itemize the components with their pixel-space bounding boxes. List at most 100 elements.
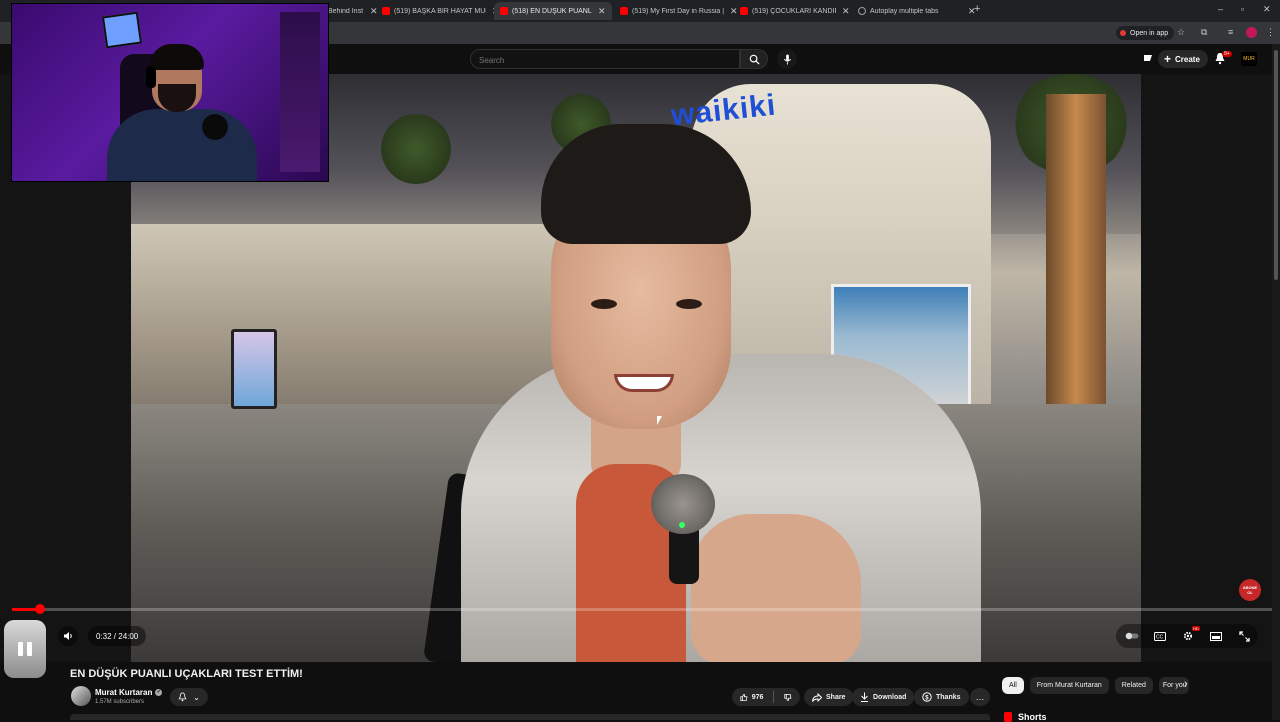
webcam-headset [146, 66, 156, 88]
chip-all[interactable]: All [1002, 677, 1024, 694]
media-controls-icon[interactable]: ≡ [1228, 27, 1233, 37]
channel-avatar[interactable] [71, 686, 91, 706]
channel-name-row[interactable]: Murat Kurtaran ✓ [95, 688, 163, 697]
tab-label: (519) BAŞKA BİR HAYAT MÜMK [394, 7, 486, 15]
more-actions-button[interactable]: … [970, 688, 990, 706]
share-label: Share [826, 693, 846, 701]
thanks-icon: $ [922, 692, 932, 702]
share-button[interactable]: Share [804, 688, 854, 706]
minimize-button[interactable]: – [1218, 4, 1223, 14]
webcam-microphone [202, 114, 228, 140]
channel-name[interactable]: Murat Kurtaran [95, 688, 152, 697]
webcam-overlay [11, 3, 329, 182]
search-button[interactable] [740, 49, 768, 69]
subscribe-watermark[interactable]: ABONE OL [1239, 579, 1261, 601]
browser-tab[interactable]: (519) ÇOCUKLARI KANDIRAN ✕ [734, 2, 856, 20]
subscription-bell-button[interactable]: ⌄ [170, 688, 208, 706]
captions-button[interactable]: CC [1152, 626, 1168, 646]
chevron-down-icon: ⌄ [193, 692, 200, 702]
close-tab-icon[interactable]: ✕ [598, 6, 606, 17]
browser-tab[interactable]: Behind Inst ✕ [322, 2, 384, 20]
thumbs-up-icon[interactable] [740, 693, 748, 702]
shorts-section-header: Shorts [1004, 712, 1047, 722]
browser-tab-active[interactable]: (518) EN DÜŞÜK PUANLI U ✕ [494, 2, 612, 20]
autoplay-toggle[interactable] [1124, 626, 1140, 646]
captions-icon: CC [1154, 631, 1166, 641]
voice-search-button[interactable] [777, 49, 797, 69]
video-scene-plant [381, 114, 451, 184]
webcam-streamer-hair [150, 44, 204, 70]
open-in-app-button[interactable]: Open in app [1116, 26, 1175, 40]
maximize-button[interactable]: ▫ [1241, 4, 1244, 14]
youtube-favicon-icon [500, 7, 508, 15]
tab-label: Autoplay multiple tabs [870, 7, 939, 15]
app-icon [1120, 30, 1126, 36]
browser-menu-icon[interactable]: ⋮ [1266, 27, 1275, 38]
like-count[interactable]: 976 [752, 694, 764, 701]
browser-tab[interactable]: (519) BAŞKA BİR HAYAT MÜMK ✕ [376, 2, 506, 20]
notification-count-badge: 9+ [1222, 51, 1232, 57]
verified-check-icon: ✓ [155, 689, 163, 696]
open-in-app-label: Open in app [1130, 29, 1169, 37]
download-button[interactable]: Download [852, 688, 915, 706]
profile-avatar[interactable] [1246, 27, 1257, 38]
tab-label: (519) ÇOCUKLARI KANDIRAN [752, 7, 836, 15]
subscribe-watermark-text: ABONE OL [1242, 585, 1258, 595]
volume-icon [63, 632, 72, 640]
youtube-favicon-icon [740, 7, 748, 15]
shorts-label: Shorts [1018, 712, 1047, 722]
thumbs-down-icon[interactable] [784, 693, 792, 702]
progress-scrubber[interactable] [35, 604, 45, 614]
search-input[interactable] [471, 51, 721, 70]
youtube-favicon-icon [620, 7, 628, 15]
share-icon [812, 692, 822, 702]
account-avatar[interactable]: MUR [1241, 52, 1257, 66]
theater-mode-button[interactable] [1208, 626, 1224, 646]
webcam-door [280, 12, 320, 172]
volume-button[interactable] [58, 626, 78, 646]
star-icon[interactable]: ☆ [1177, 27, 1185, 38]
plus-icon: + [1164, 52, 1172, 66]
create-button[interactable]: + Create [1158, 50, 1208, 68]
video-scene-mouth [614, 374, 674, 392]
fullscreen-button[interactable] [1236, 626, 1252, 646]
webcam-wall-frame [101, 11, 143, 49]
chip-related[interactable]: Related [1114, 677, 1153, 694]
scrollbar-thumb[interactable] [1274, 50, 1278, 280]
extensions-icon[interactable]: ⧉ [1201, 27, 1207, 38]
progress-bar[interactable] [12, 604, 1272, 614]
tab-label: Behind Inst [328, 7, 364, 15]
browser-tab[interactable]: Autoplay multiple tabs ✕ [852, 2, 982, 20]
thanks-label: Thanks [936, 693, 961, 701]
microphone-icon [783, 53, 791, 65]
theater-mode-icon [1210, 631, 1222, 641]
webcam-streamer-body [107, 109, 257, 181]
close-tab-icon[interactable]: ✕ [842, 6, 850, 17]
new-tab-button[interactable]: + [974, 3, 980, 15]
video-scene-wood-pillar [1046, 94, 1106, 434]
thanks-button[interactable]: $ Thanks [914, 688, 969, 706]
browser-tab[interactable]: (519) My First Day in Russia | V ✕ [614, 2, 744, 20]
close-window-button[interactable]: ✕ [1263, 4, 1271, 15]
tab-label: (518) EN DÜŞÜK PUANLI U [512, 7, 592, 15]
mouse-cursor-icon [657, 416, 662, 425]
video-scene-ad-kiosk [231, 329, 277, 409]
video-scene-hand [691, 514, 861, 662]
description-box[interactable] [70, 714, 990, 720]
subscriber-count: 1.57M subscribers [95, 699, 145, 705]
like-divider [773, 691, 775, 703]
chip-from-channel[interactable]: From Murat Kurtaran [1029, 677, 1109, 694]
video-title: EN DÜŞÜK PUANLI UÇAKLARI TEST ETTİM! [70, 668, 303, 680]
pause-button[interactable] [4, 620, 46, 678]
cast-icon[interactable] [1142, 52, 1154, 64]
gear-icon [1183, 631, 1193, 641]
avatar-text: MUR [1243, 56, 1255, 62]
create-label: Create [1175, 54, 1200, 64]
chevron-right-icon[interactable]: › [1184, 678, 1188, 690]
video-scene-eye [591, 299, 617, 309]
shorts-icon [1004, 712, 1012, 722]
svg-text:CC: CC [1156, 634, 1164, 640]
pause-icon [18, 642, 32, 656]
time-display: 0:32 / 24:00 [88, 626, 147, 646]
search-box[interactable] [470, 49, 740, 70]
